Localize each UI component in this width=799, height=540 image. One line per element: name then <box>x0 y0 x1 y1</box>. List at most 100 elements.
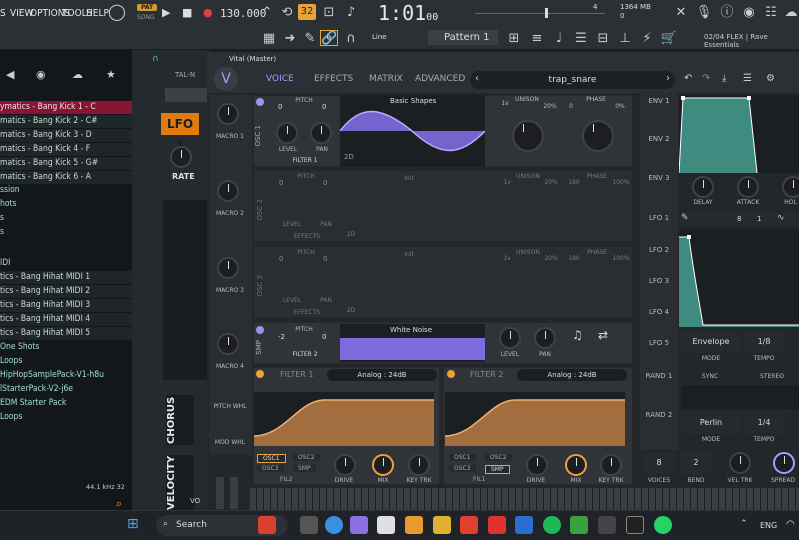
sample-pan-knob[interactable] <box>534 327 556 349</box>
undo-icon[interactable]: ↶ <box>684 73 692 84</box>
osc3-phase-pct[interactable]: 100% <box>611 255 631 262</box>
filter1-tag-osc2[interactable]: OSC2 <box>293 454 320 461</box>
plug-icon[interactable]: ⚡ <box>638 31 656 47</box>
save-icon[interactable]: ⤓ <box>722 73 726 84</box>
osc1-destination[interactable]: FILTER 1 <box>270 157 340 164</box>
rand-graph[interactable] <box>681 385 799 409</box>
filter2-tag-smp[interactable]: SMP <box>485 465 510 474</box>
browser-item[interactable]: tics - Bang Hihat MIDI 3 <box>0 299 132 312</box>
osc3-wave-name[interactable]: Init <box>394 251 424 258</box>
tab-effects[interactable]: EFFECTS <box>314 74 353 84</box>
arrow-left-icon[interactable]: ◀ <box>6 68 14 81</box>
lfo-tab[interactable]: LFO 1 <box>161 113 199 153</box>
cart-icon[interactable]: 🛒 <box>660 31 678 47</box>
sample-level-knob[interactable] <box>499 327 521 349</box>
chat-icon[interactable]: ◉ <box>740 5 758 21</box>
osc1-phase-a[interactable]: 0 <box>566 103 576 110</box>
browser-item[interactable]: ssion <box>0 184 132 197</box>
menu-icon[interactable]: ☰ <box>743 73 752 84</box>
mcafee-icon[interactable] <box>488 516 506 534</box>
filter1-tag-smp[interactable]: SMP <box>293 465 316 472</box>
osc1-unison-pct[interactable]: 20% <box>541 103 559 110</box>
osc2-phase-a[interactable]: 180 <box>567 179 581 186</box>
pattern-selector[interactable]: Pattern 1 <box>428 30 498 45</box>
spread-knob[interactable] <box>773 452 795 474</box>
playlist-icon[interactable]: ☰ <box>572 31 590 47</box>
record-icon[interactable]: ● <box>203 6 213 19</box>
star-icon[interactable]: ★ <box>106 68 116 81</box>
osc2-wave-name[interactable]: Init <box>394 175 424 182</box>
app-icon[interactable] <box>598 516 616 534</box>
filter2-model[interactable]: Analog : 24dB <box>517 369 627 381</box>
countdown-icon[interactable]: 32 <box>298 4 316 20</box>
song-toggle[interactable]: SONG <box>137 14 155 21</box>
bolt-app-icon[interactable] <box>626 516 644 534</box>
rate-knob[interactable] <box>170 146 192 168</box>
filter1-keytrk-knob[interactable] <box>408 454 430 476</box>
rack-nav[interactable] <box>165 88 207 102</box>
filter2-tag-osc2[interactable]: OSC2 <box>485 454 512 461</box>
osc1-pan-knob[interactable] <box>310 122 332 144</box>
osc1-pitch-a[interactable]: 0 <box>278 103 282 111</box>
envelope-graph[interactable] <box>678 95 799 174</box>
filter1-toggle[interactable] <box>256 370 264 378</box>
osc2-unison-voices[interactable]: 1v <box>500 179 514 186</box>
osc2-unison-pct[interactable]: 20% <box>542 179 560 186</box>
browser-item[interactable]: One Shots <box>0 341 132 354</box>
info-icon[interactable]: ⓘ <box>718 5 736 21</box>
browser-item[interactable]: matics - Bang Kick 6 - A <box>0 171 132 184</box>
lfo-smooth-icon[interactable]: ∿ <box>777 213 785 223</box>
browser-item[interactable]: tics - Bang Hihat MIDI 2 <box>0 285 132 298</box>
metronome-icon[interactable]: ⌃ <box>258 5 276 21</box>
sample-name[interactable]: White Noise <box>390 326 432 334</box>
filter1-drive-knob[interactable] <box>334 454 356 476</box>
chevron-right-icon[interactable]: › <box>666 73 670 84</box>
note-icon[interactable]: ♪ <box>342 5 360 21</box>
browser-item[interactable]: tics - Bang Hihat MIDI 4 <box>0 313 132 326</box>
explorer-icon[interactable] <box>433 516 451 534</box>
browser-item[interactable]: Loops <box>0 411 132 424</box>
macro4-knob[interactable] <box>217 333 239 355</box>
stop-icon[interactable]: ■ <box>182 6 192 19</box>
osc1-phase-knob[interactable] <box>582 120 614 152</box>
news-icon[interactable]: ☷ <box>762 5 780 21</box>
osc1-phase-pct[interactable]: 0% <box>612 103 628 110</box>
lfo2-tab[interactable]: LFO 2 <box>644 246 674 254</box>
copilot-icon[interactable] <box>350 516 368 534</box>
cloud-icon[interactable]: ☁ <box>782 5 799 21</box>
browser-item[interactable]: IDI <box>0 257 132 270</box>
tray-chevron-icon[interactable]: ⌃ <box>740 519 748 529</box>
pat-toggle[interactable]: PAT <box>137 4 158 11</box>
osc1-unison-voices[interactable]: 1v <box>498 100 512 107</box>
redo-icon[interactable]: ↷ <box>702 73 710 84</box>
filter2-fil[interactable]: FIL1 <box>473 476 485 483</box>
sample-pitch-a[interactable]: -2 <box>278 333 285 341</box>
line-icon[interactable] <box>570 516 588 534</box>
tab-advanced[interactable]: ADVANCED <box>415 74 465 84</box>
filter2-tag-osc1[interactable]: OSC1 <box>449 454 476 461</box>
menu-file-partial[interactable]: S <box>0 8 6 19</box>
whatsapp-icon[interactable] <box>654 516 672 534</box>
snap-selector[interactable]: Line <box>372 33 387 41</box>
lfo-grid-a[interactable]: 8 <box>737 215 741 223</box>
edge-icon[interactable] <box>325 516 343 534</box>
gear-icon[interactable]: ⚙ <box>766 73 775 84</box>
osc1-waveform[interactable]: Basic Shapes 2D <box>340 95 485 167</box>
osc2-pitch-b[interactable]: 0 <box>323 179 327 187</box>
rand2-tab[interactable]: RAND 2 <box>644 411 674 419</box>
osc2-phase-pct[interactable]: 100% <box>611 179 631 186</box>
language-indicator[interactable]: ENG <box>760 521 777 530</box>
tab-voice[interactable]: VOICE <box>266 74 294 84</box>
browser-item[interactable]: tics - Bang Hihat MIDI 1 <box>0 271 132 284</box>
globe-icon[interactable]: ◉ <box>36 68 46 81</box>
macro2-knob[interactable] <box>217 180 239 202</box>
sample-pitch-b[interactable]: 0 <box>322 333 326 341</box>
rand-tempo-select[interactable]: 1/4 <box>744 412 784 434</box>
tab-matrix[interactable]: MATRIX <box>369 74 403 84</box>
wait-icon[interactable]: ⟲ <box>278 5 296 21</box>
browser-item[interactable]: matics - Bang Kick 4 - F <box>0 143 132 156</box>
lfo1-tab[interactable]: LFO 1 <box>644 214 674 222</box>
piano-icon[interactable]: ▦ <box>260 31 278 47</box>
store-icon[interactable] <box>377 516 395 534</box>
filter1-tag-osc1[interactable]: OSC1 <box>257 454 286 463</box>
